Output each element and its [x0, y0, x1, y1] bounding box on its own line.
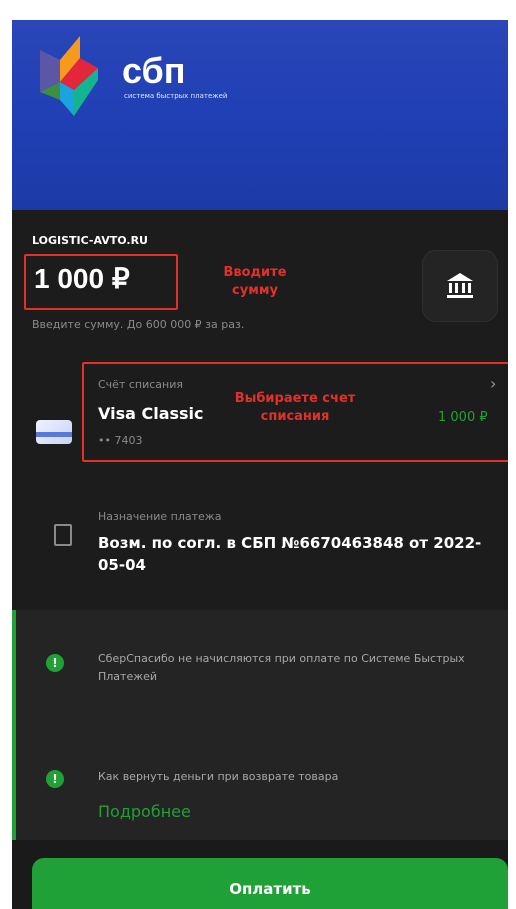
- chevron-right-icon[interactable]: ›: [490, 374, 496, 393]
- account-balance: 1 000 ₽: [438, 410, 488, 425]
- purpose-label: Назначение платежа: [98, 510, 222, 523]
- info-message-1: СберСпасибо не начисляются при оплате по…: [98, 652, 465, 683]
- annotation-amount: Вводите сумму: [223, 265, 287, 298]
- account-number: •• 7403: [98, 434, 143, 447]
- sbp-subtitle: система быстрых платежей: [124, 92, 228, 100]
- document-icon: [54, 524, 72, 546]
- header-banner: сбп система быстрых платежей: [12, 20, 508, 210]
- info-icon: !: [46, 770, 64, 788]
- merchant-name: LOGISTIC-AVTO.RU: [32, 234, 148, 247]
- info-icon: !: [46, 654, 64, 672]
- payment-form: LOGISTIC-AVTO.RU 1 000 ₽ Вводите сумму В…: [12, 210, 508, 909]
- amount-input[interactable]: 1 000 ₽: [34, 262, 130, 295]
- more-link[interactable]: Подробнее: [98, 802, 191, 821]
- annotation-account: Выбираете счет списания: [234, 391, 356, 424]
- account-label: Счёт списания: [98, 378, 183, 391]
- info-panel: ! СберСпасибо не начисляются при оплате …: [12, 610, 508, 840]
- pay-button[interactable]: Оплатить: [32, 858, 508, 909]
- bank-select-button[interactable]: [422, 250, 498, 322]
- sbp-wordmark: сбп: [122, 50, 186, 91]
- amount-hint: Введите сумму. До 600 000 ₽ за раз.: [32, 318, 245, 331]
- amount-highlight[interactable]: 1 000 ₽: [24, 254, 178, 310]
- bank-icon: [447, 273, 473, 298]
- sbp-logo-icon: [40, 36, 98, 116]
- card-icon: [36, 420, 72, 444]
- footer: Оплатить: [12, 840, 508, 909]
- purpose-text: Возм. по согл. в СБП №6670463848 от 2022…: [98, 534, 482, 574]
- info-message-2: Как вернуть деньги при возврате товара: [98, 770, 339, 783]
- sbp-payment-screen: сбп система быстрых платежей LOGISTIC-AV…: [12, 20, 508, 909]
- account-name: Visa Classic: [98, 404, 204, 423]
